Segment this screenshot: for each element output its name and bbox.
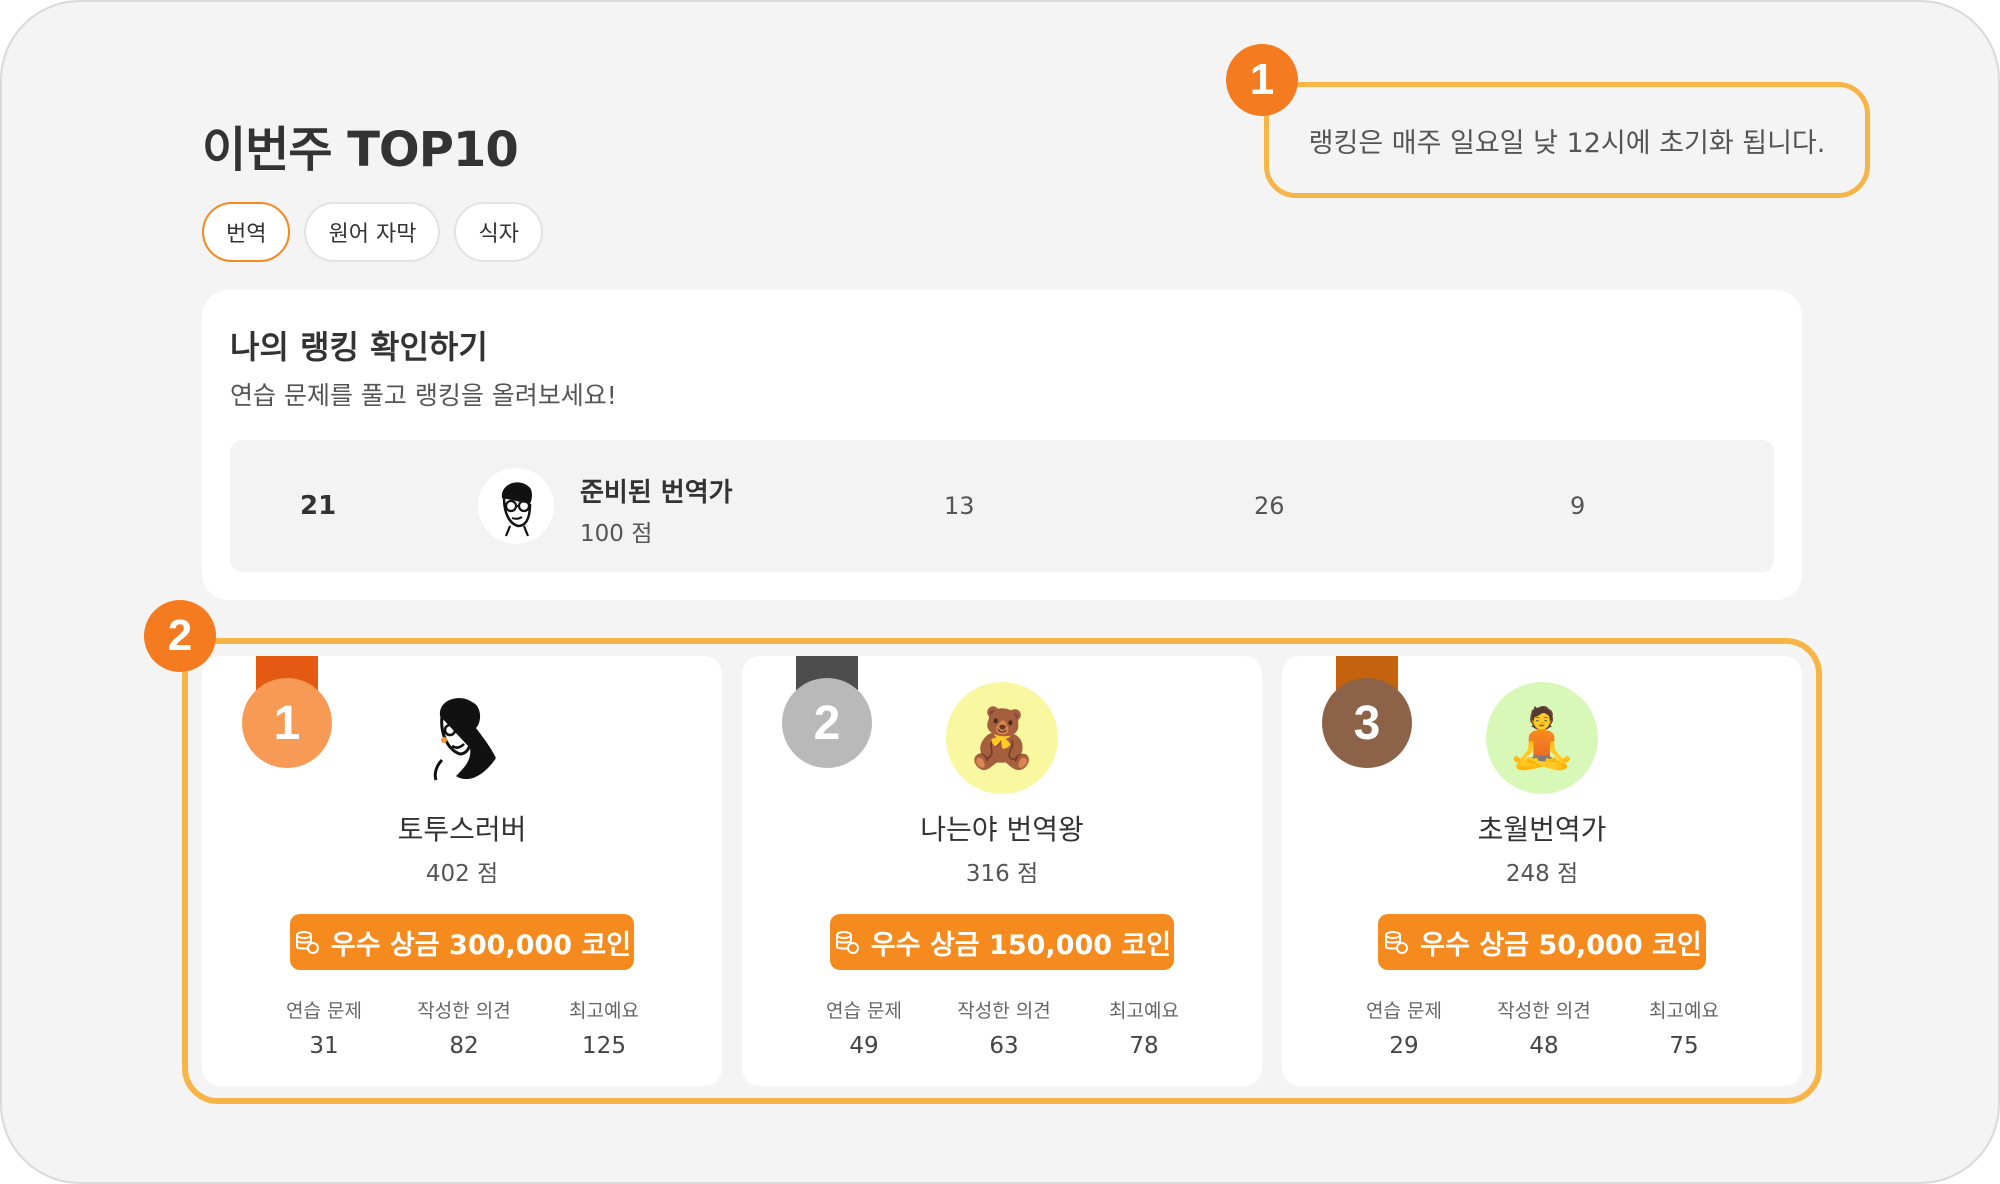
stat-label: 작성한 의견 xyxy=(1497,1000,1591,1022)
stat-comments: 작성한 의견 82 xyxy=(394,996,534,1059)
my-ranking-card: 나의 랭킹 확인하기 연습 문제를 풀고 랭킹을 올려보세요! 21 준비된 번… xyxy=(202,290,1802,600)
stat-label: 최고예요 xyxy=(1109,1000,1179,1022)
ranker-score: 248 점 xyxy=(1505,861,1579,887)
category-tabs: 번역 원어 자막 식자 xyxy=(202,202,543,262)
ranker-name: 초월번역가 xyxy=(1477,813,1607,846)
avatar xyxy=(478,468,554,544)
teddy-bear-icon: 🧸 xyxy=(965,703,1039,772)
stat-likes: 최고예요 75 xyxy=(1614,996,1754,1059)
ranker-stats: 연습 문제 29 작성한 의견 48 최고예요 75 xyxy=(1334,996,1754,1059)
stat-label: 작성한 의견 xyxy=(417,1000,511,1022)
stat-value: 75 xyxy=(1669,1033,1699,1059)
stat-practice: 연습 문제 31 xyxy=(254,996,394,1059)
stat-value: 82 xyxy=(449,1033,479,1059)
medal-3: 3 xyxy=(1322,656,1412,768)
ranker-stats: 연습 문제 31 작성한 의견 82 최고예요 125 xyxy=(254,996,674,1059)
my-ranking-stat-3: 9 xyxy=(1570,492,1586,520)
stat-label: 최고예요 xyxy=(1649,1000,1719,1022)
my-ranking-name: 준비된 번역가 xyxy=(580,478,733,508)
stat-value: 29 xyxy=(1389,1033,1419,1059)
avatar: 🧘 xyxy=(1486,682,1598,794)
reset-notice: 랭킹은 매주 일요일 낮 12시에 초기화 됩니다. xyxy=(1264,82,1870,198)
sketch-man-icon xyxy=(501,482,532,537)
coin-stack-icon xyxy=(1385,931,1409,954)
stat-label: 최고예요 xyxy=(569,1000,639,1022)
top-rank-card-2[interactable]: 2 🧸 나는야 번역왕 316 점 우수 상금 150,000 코인 연습 문제… xyxy=(742,656,1262,1086)
ranker-name: 나는야 번역왕 xyxy=(920,813,1084,846)
prize-button[interactable]: 우수 상금 150,000 코인 xyxy=(830,914,1174,970)
my-ranking-title: 나의 랭킹 확인하기 xyxy=(230,328,488,366)
avatar: 🧸 xyxy=(946,682,1058,794)
stat-practice: 연습 문제 49 xyxy=(794,996,934,1059)
medal-2: 2 xyxy=(782,656,872,768)
my-rank-number: 21 xyxy=(300,491,337,521)
prize-label: 우수 상금 300,000 코인 xyxy=(330,929,632,961)
ranker-stats: 연습 문제 49 작성한 의견 63 최고예요 78 xyxy=(794,996,1214,1059)
callout-badge-2: 2 xyxy=(144,600,216,672)
tab-translation[interactable]: 번역 xyxy=(202,202,291,262)
stat-comments: 작성한 의견 48 xyxy=(1474,996,1614,1059)
medal-number: 2 xyxy=(782,678,872,768)
callout-badge-1: 1 xyxy=(1226,44,1298,116)
stat-label: 연습 문제 xyxy=(1366,1000,1442,1022)
my-ranking-subtitle: 연습 문제를 풀고 랭킹을 올려보세요! xyxy=(230,381,617,410)
coin-stack-icon xyxy=(295,931,319,954)
stat-label: 연습 문제 xyxy=(826,1000,902,1022)
prize-label: 우수 상금 150,000 코인 xyxy=(870,929,1172,961)
stat-value: 63 xyxy=(989,1033,1019,1059)
ranker-score: 316 점 xyxy=(965,861,1039,887)
tab-typesetting[interactable]: 식자 xyxy=(454,202,543,262)
my-ranking-row: 21 준비된 번역가 100 점 13 26 9 xyxy=(230,440,1774,572)
stat-value: 48 xyxy=(1529,1033,1559,1059)
prize-label: 우수 상금 50,000 코인 xyxy=(1420,929,1702,961)
my-ranking-score: 100 점 xyxy=(580,521,653,547)
stat-likes: 최고예요 125 xyxy=(534,996,674,1059)
top-rank-card-3[interactable]: 3 🧘 초월번역가 248 점 우수 상금 50,000 코인 연습 문제 29… xyxy=(1282,656,1802,1086)
my-ranking-stat-2: 26 xyxy=(1254,492,1285,520)
screenshot-frame: 이번주 TOP10 번역 원어 자막 식자 랭킹은 매주 일요일 낮 12시에 … xyxy=(0,0,2000,1184)
meditating-person-icon: 🧘 xyxy=(1505,703,1579,772)
stat-label: 연습 문제 xyxy=(286,1000,362,1022)
medal-1: 1 xyxy=(242,656,332,768)
page-title: 이번주 TOP10 xyxy=(202,122,519,178)
stat-value: 78 xyxy=(1129,1033,1159,1059)
ranker-score: 402 점 xyxy=(425,861,499,887)
prize-button[interactable]: 우수 상금 50,000 코인 xyxy=(1378,914,1706,970)
stat-label: 작성한 의견 xyxy=(957,1000,1051,1022)
my-ranking-stat-1: 13 xyxy=(944,492,975,520)
stat-value: 49 xyxy=(849,1033,879,1059)
prize-button[interactable]: 우수 상금 300,000 코인 xyxy=(290,914,634,970)
stat-comments: 작성한 의견 63 xyxy=(934,996,1074,1059)
top-rank-card-1[interactable]: 1 토투스러버 402 점 우수 상금 300,000 코인 연습 문제 31 … xyxy=(202,656,722,1086)
tab-original-subtitle[interactable]: 원어 자막 xyxy=(304,202,441,262)
coin-stack-icon xyxy=(835,931,859,954)
stat-practice: 연습 문제 29 xyxy=(1334,996,1474,1059)
stat-likes: 최고예요 78 xyxy=(1074,996,1214,1059)
ranker-name: 토투스러버 xyxy=(397,813,527,846)
sketch-man-icon xyxy=(433,698,496,781)
stat-value: 31 xyxy=(309,1033,339,1059)
reset-notice-text: 랭킹은 매주 일요일 낮 12시에 초기화 됩니다. xyxy=(1308,127,1826,159)
avatar xyxy=(406,682,518,794)
medal-number: 1 xyxy=(242,678,332,768)
stat-value: 125 xyxy=(582,1033,626,1059)
medal-number: 3 xyxy=(1322,678,1412,768)
